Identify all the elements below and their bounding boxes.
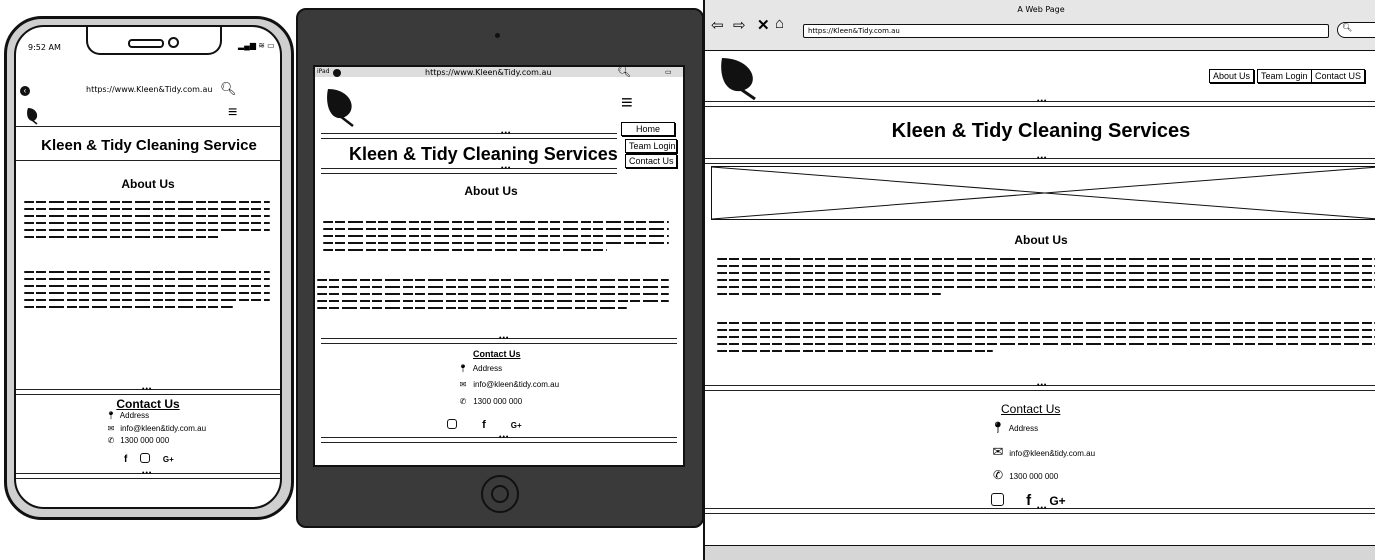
address-row: 📍︎ Address (104, 411, 149, 420)
phone-icon: ✆ (107, 436, 115, 445)
about-paragraph-1 (24, 201, 270, 243)
menu-item-contact-us[interactable]: Contact Us (625, 154, 677, 168)
menu-item-team-login[interactable]: Team Login (625, 139, 677, 153)
email-text[interactable]: info@kleen&tidy.com.au (120, 424, 206, 433)
search-box[interactable]: 🔍︎ (1337, 22, 1375, 38)
phone-text[interactable]: 1300 000 000 (1009, 472, 1058, 481)
address-text: Address (119, 411, 150, 420)
hero-image-placeholder (711, 166, 1375, 220)
about-heading: About Us (1014, 233, 1068, 247)
contact-heading[interactable]: Contact Us (1001, 402, 1060, 416)
location-pin-icon: 📍︎ (105, 411, 117, 420)
google-plus-icon[interactable]: G+ (1049, 494, 1065, 508)
google-plus-icon[interactable]: G+ (511, 421, 522, 430)
envelope-icon: ✉ (992, 444, 1004, 459)
leaf-logo-icon (719, 56, 763, 105)
menu-item-home[interactable]: Home (621, 122, 675, 136)
tablet-back-icon[interactable] (333, 69, 341, 77)
social-row: f G+ (447, 419, 522, 431)
facebook-icon[interactable]: f (124, 454, 127, 465)
window-title: A Web Page (1017, 5, 1065, 14)
address-row: 📍︎ Address (989, 421, 1038, 434)
search-icon[interactable]: 🔍︎ (220, 81, 237, 97)
about-heading: About Us (464, 184, 518, 198)
social-row: f G+ (991, 492, 1066, 509)
browser-window: A Web Page ⇦ ⇨ ✕ ⌂ https://Kleen&Tidy.co… (703, 0, 1375, 560)
signal-icon: ▂▄▆ ≋ ▭ (238, 41, 275, 50)
forward-arrow-icon[interactable]: ⇨ (733, 16, 746, 34)
search-icon[interactable]: 🔍︎ (617, 67, 631, 78)
home-icon[interactable]: ⌂ (775, 15, 784, 32)
url-text[interactable]: https://www.Kleen&Tidy.com.au (86, 85, 212, 94)
search-icon: 🔍︎ (1342, 23, 1353, 32)
about-paragraph-2 (24, 271, 270, 313)
hamburger-menu-icon[interactable]: ≡ (228, 105, 237, 121)
about-paragraph-2 (317, 279, 669, 314)
close-icon[interactable]: ✕ (757, 16, 770, 34)
address-bar[interactable]: https://Kleen&Tidy.com.au (803, 24, 1329, 38)
speaker-icon (128, 39, 164, 48)
tablet-camera-icon (495, 33, 500, 38)
page-title: Kleen & Tidy Cleaning Service (41, 137, 257, 154)
leaf-logo-icon (325, 87, 359, 132)
phone-row[interactable]: ✆ 1300 000 000 (104, 436, 170, 445)
social-row: f G+ (124, 453, 174, 465)
instagram-icon[interactable] (991, 493, 1004, 506)
address-text: Address (1008, 424, 1039, 433)
tablet-home-button[interactable] (481, 475, 519, 513)
battery-icon: ▭ (665, 69, 672, 76)
email-row[interactable]: ✉ info@kleen&tidy.com.au (989, 444, 1095, 460)
nav-contact-us[interactable]: Contact US (1311, 69, 1366, 83)
phone-icon: ✆ (992, 468, 1004, 482)
phone-text[interactable]: 1300 000 000 (120, 436, 169, 445)
email-row[interactable]: ✉ info@kleen&tidy.com.au (104, 424, 206, 433)
url-text[interactable]: https://www.Kleen&Tidy.com.au (425, 68, 551, 77)
about-paragraph-1 (323, 221, 669, 256)
phone-icon: ✆ (459, 397, 467, 406)
envelope-icon: ✉ (459, 380, 467, 389)
email-text[interactable]: info@kleen&tidy.com.au (473, 380, 559, 389)
about-paragraph-1 (717, 258, 1375, 300)
facebook-icon[interactable]: f (1026, 492, 1031, 509)
phone-text[interactable]: 1300 000 000 (473, 397, 522, 406)
email-text[interactable]: info@kleen&tidy.com.au (1009, 449, 1095, 458)
instagram-icon[interactable] (140, 453, 151, 463)
camera-icon (168, 37, 179, 48)
facebook-icon[interactable]: f (482, 419, 486, 431)
about-paragraph-2 (717, 322, 1375, 357)
location-pin-icon: 📍︎ (991, 422, 1005, 434)
location-pin-icon: 📍︎ (457, 364, 469, 373)
phone-screen: 9:52 AM ▂▄▆ ≋ ▭ ‹ https://www.Kleen&Tidy… (14, 25, 282, 509)
back-arrow-icon[interactable]: ⇦ (711, 16, 724, 34)
page-title: Kleen & Tidy Cleaning Services (349, 144, 618, 164)
page-title: Kleen & Tidy Cleaning Services (891, 120, 1191, 142)
contact-heading[interactable]: Contact Us (16, 397, 280, 411)
hamburger-menu-icon[interactable]: ≡ (621, 93, 633, 113)
nav-team-login[interactable]: Team Login (1257, 69, 1312, 83)
footer-bar (705, 545, 1375, 560)
email-row[interactable]: ✉ info@kleen&tidy.com.au (455, 380, 559, 389)
status-time: 9:52 AM (28, 43, 61, 52)
contact-heading[interactable]: Contact Us (473, 349, 521, 359)
instagram-icon[interactable] (447, 419, 457, 429)
phone-row[interactable]: ✆ 1300 000 000 (989, 468, 1058, 482)
about-heading: About Us (121, 177, 175, 191)
tablet-screen: iPad https://www.Kleen&Tidy.com.au 🔍︎ ▭ … (313, 65, 685, 467)
nav-about-us[interactable]: About Us (1209, 69, 1255, 83)
envelope-icon: ✉ (107, 424, 115, 433)
google-plus-icon[interactable]: G+ (163, 455, 174, 464)
address-row: 📍︎ Address (455, 364, 502, 373)
phone-row[interactable]: ✆ 1300 000 000 (455, 397, 523, 406)
address-text: Address (472, 364, 503, 373)
back-icon[interactable]: ‹ (20, 86, 30, 96)
